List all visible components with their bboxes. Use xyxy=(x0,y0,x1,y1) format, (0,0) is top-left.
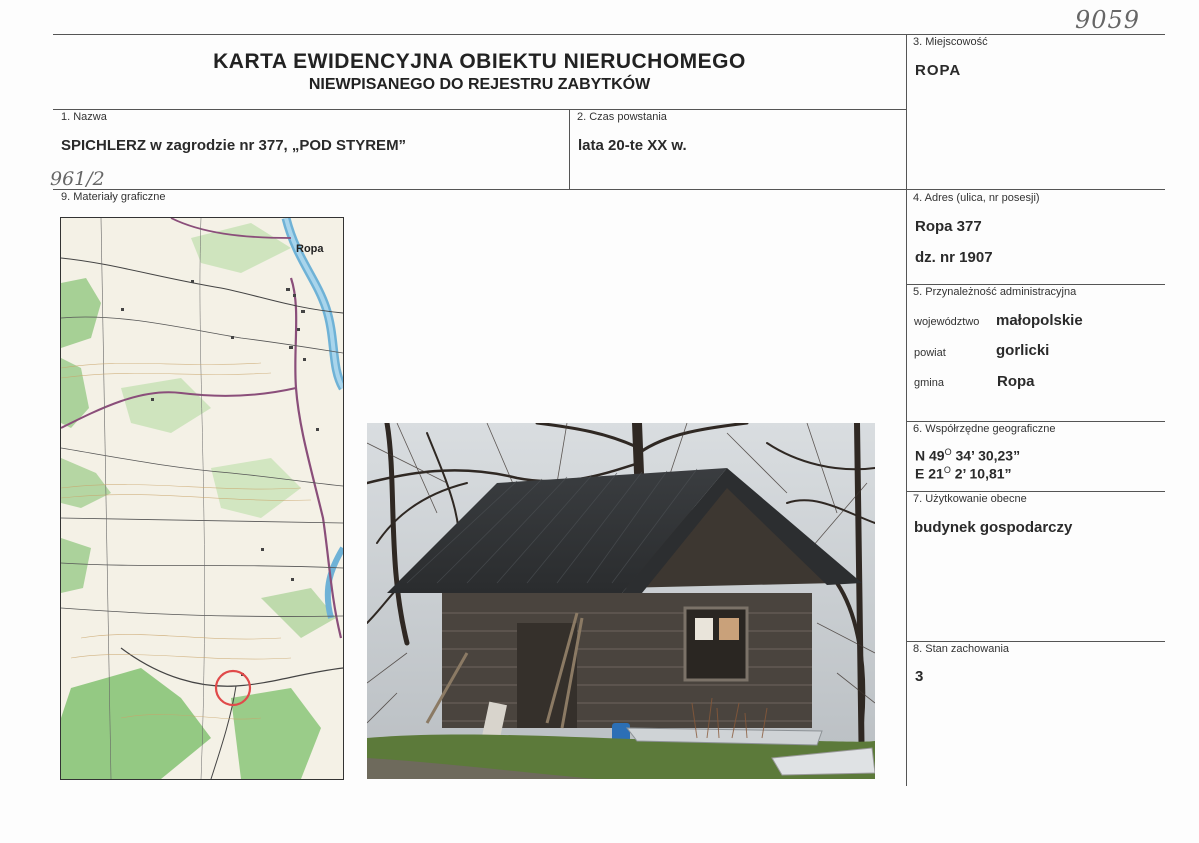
coordinate-east-rest: 2’ 10,81” xyxy=(950,465,1012,482)
coordinate-east: E 21O 2’ 10,81” xyxy=(915,465,1012,482)
uzytkowanie-value: budynek gospodarczy xyxy=(914,519,1073,536)
right-column-divider xyxy=(906,34,907,786)
wojewodztwo-label: województwo xyxy=(914,316,980,328)
photo-graphic xyxy=(367,423,875,779)
map-graphic: Ropa xyxy=(61,218,343,779)
wspolrzedne-label: 6. Współrzędne geograficzne xyxy=(913,423,1056,435)
handwritten-number: 9059 xyxy=(1075,6,1141,34)
name-time-divider xyxy=(569,109,570,189)
uzytkowanie-label: 7. Użytkowanie obecne xyxy=(913,493,1027,505)
row-divider xyxy=(53,189,1165,190)
degree-mark: O xyxy=(943,465,951,475)
stan-label: 8. Stan zachowania xyxy=(913,643,1010,655)
degree-mark: O xyxy=(944,447,952,457)
przynaleznosc-label: 5. Przynależność administracyjna xyxy=(913,286,1077,298)
section5-divider xyxy=(906,284,1165,285)
stan-value: 3 xyxy=(915,668,924,685)
section7-divider xyxy=(906,491,1165,492)
nazwa-label: 1. Nazwa xyxy=(61,111,107,123)
handwritten-reference: 961/2 xyxy=(50,168,105,190)
miejscowosc-label: 3. Miejscowość xyxy=(913,36,988,48)
czas-label: 2. Czas powstania xyxy=(577,111,667,123)
location-map: Ropa xyxy=(60,217,344,780)
miejscowosc-value: ROPA xyxy=(915,62,962,79)
coordinate-north: N 49O 34’ 30,23” xyxy=(915,447,1020,464)
wojewodztwo-value: małopolskie xyxy=(996,312,1083,329)
document-subtitle: NIEWPISANEGO DO REJESTRU ZABYTKÓW xyxy=(308,76,651,93)
top-border xyxy=(53,34,1165,35)
coordinate-north-degrees: N 49 xyxy=(915,447,945,464)
adres-line2: dz. nr 1907 xyxy=(915,249,993,266)
nazwa-value: SPICHLERZ w zagrodzie nr 377, „POD STYRE… xyxy=(61,137,407,154)
granary-photo xyxy=(367,423,875,779)
gmina-label: gmina xyxy=(914,377,944,389)
gmina-value: Ropa xyxy=(997,373,1035,390)
materialy-label: 9. Materiały graficzne xyxy=(61,191,166,203)
coordinate-north-rest: 34’ 30,23” xyxy=(951,447,1021,464)
powiat-value: gorlicki xyxy=(996,342,1050,359)
adres-line1: Ropa 377 xyxy=(915,218,982,235)
section8-divider xyxy=(906,641,1165,642)
powiat-label: powiat xyxy=(914,347,946,359)
czas-value: lata 20-te XX w. xyxy=(578,137,687,154)
coordinate-east-degrees: E 21 xyxy=(915,465,944,482)
document-title: KARTA EWIDENCYJNA OBIEKTU NIERUCHOMEGO xyxy=(213,50,746,73)
title-divider xyxy=(53,109,906,110)
section6-divider xyxy=(906,421,1165,422)
map-town-label: Ropa xyxy=(296,243,324,255)
adres-label: 4. Adres (ulica, nr posesji) xyxy=(913,192,1040,204)
